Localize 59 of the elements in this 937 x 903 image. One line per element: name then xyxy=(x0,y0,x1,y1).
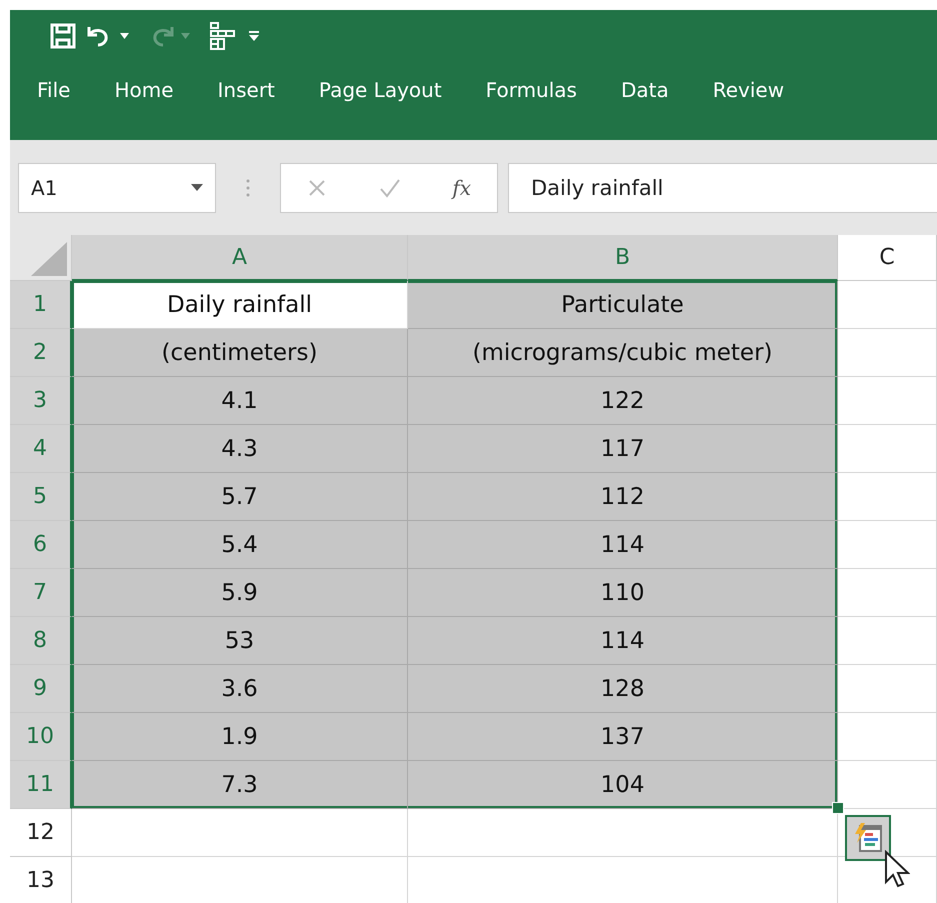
check-icon[interactable] xyxy=(378,178,401,198)
column-header[interactable]: C xyxy=(838,235,937,281)
table-cell: 53 xyxy=(72,617,408,665)
row-header[interactable]: 10 xyxy=(10,713,72,761)
row-header[interactable]: 3 xyxy=(10,377,72,425)
ribbon-tab[interactable]: Formulas xyxy=(486,74,577,106)
grip-icon xyxy=(246,178,250,196)
ribbon-tab[interactable]: File xyxy=(37,74,70,106)
column-header[interactable]: A xyxy=(72,235,408,281)
table-cell: 114 xyxy=(408,521,838,569)
table-cell: (centimeters) xyxy=(72,329,408,377)
table-cell: 4.3 xyxy=(72,425,408,473)
table-cell: 114 xyxy=(408,617,838,665)
ribbon-tab[interactable]: Insert xyxy=(218,74,275,106)
customize-icon[interactable] xyxy=(248,30,260,42)
table-cell: 128 xyxy=(408,665,838,713)
table-cell: 110 xyxy=(408,569,838,617)
name-box[interactable]: A1 xyxy=(18,162,216,212)
row-header[interactable]: 4 xyxy=(10,425,72,473)
caret-icon[interactable] xyxy=(120,33,129,39)
form-icon[interactable] xyxy=(208,21,238,51)
table-cell: 104 xyxy=(408,761,838,809)
row-header[interactable]: 11 xyxy=(10,761,72,809)
ribbon-tab[interactable]: Page Layout xyxy=(318,74,442,106)
row-header[interactable]: 7 xyxy=(10,569,72,617)
table-cell: 7.3 xyxy=(72,761,408,809)
row-header[interactable]: 5 xyxy=(10,473,72,521)
table-cell: 117 xyxy=(408,425,838,473)
row-header[interactable]: 12 xyxy=(10,809,72,857)
table-cell: 1.9 xyxy=(72,713,408,761)
row-header[interactable]: 2 xyxy=(10,329,72,377)
table-cell: 5.9 xyxy=(72,569,408,617)
row-header[interactable]: 9 xyxy=(10,665,72,713)
table-cell: 122 xyxy=(408,377,838,425)
triangle-icon xyxy=(31,242,67,276)
table-cell: 137 xyxy=(408,713,838,761)
table-cell: 5.4 xyxy=(72,521,408,569)
ribbon-tab[interactable]: Review xyxy=(712,74,784,106)
table-cell: 5.7 xyxy=(72,473,408,521)
save-icon[interactable] xyxy=(50,23,76,49)
dropdown-icon[interactable] xyxy=(191,184,203,191)
table-cell: 112 xyxy=(408,473,838,521)
row-header[interactable]: 6 xyxy=(10,521,72,569)
table-cell: Daily rainfall xyxy=(72,281,408,329)
column-header[interactable]: B xyxy=(408,235,838,281)
row-header[interactable]: 8 xyxy=(10,617,72,665)
table-cell: 3.6 xyxy=(72,665,408,713)
ribbon-tab[interactable]: Data xyxy=(620,74,669,106)
table-cell: Particulate xyxy=(408,281,838,329)
ribbon-tab[interactable]: Home xyxy=(114,74,174,106)
table-cell: 4.1 xyxy=(72,377,408,425)
cell-reference: A1 xyxy=(31,176,58,200)
table-cell: (micrograms/cubic meter) xyxy=(408,329,838,377)
row-header[interactable]: 1 xyxy=(10,281,72,329)
formula-input[interactable]: Daily rainfall xyxy=(508,162,937,212)
mouse-pointer-icon xyxy=(884,850,910,888)
quick-analysis-button[interactable] xyxy=(845,815,891,861)
insert-function-button[interactable]: fx xyxy=(452,176,472,200)
fill-handle[interactable] xyxy=(832,802,844,814)
